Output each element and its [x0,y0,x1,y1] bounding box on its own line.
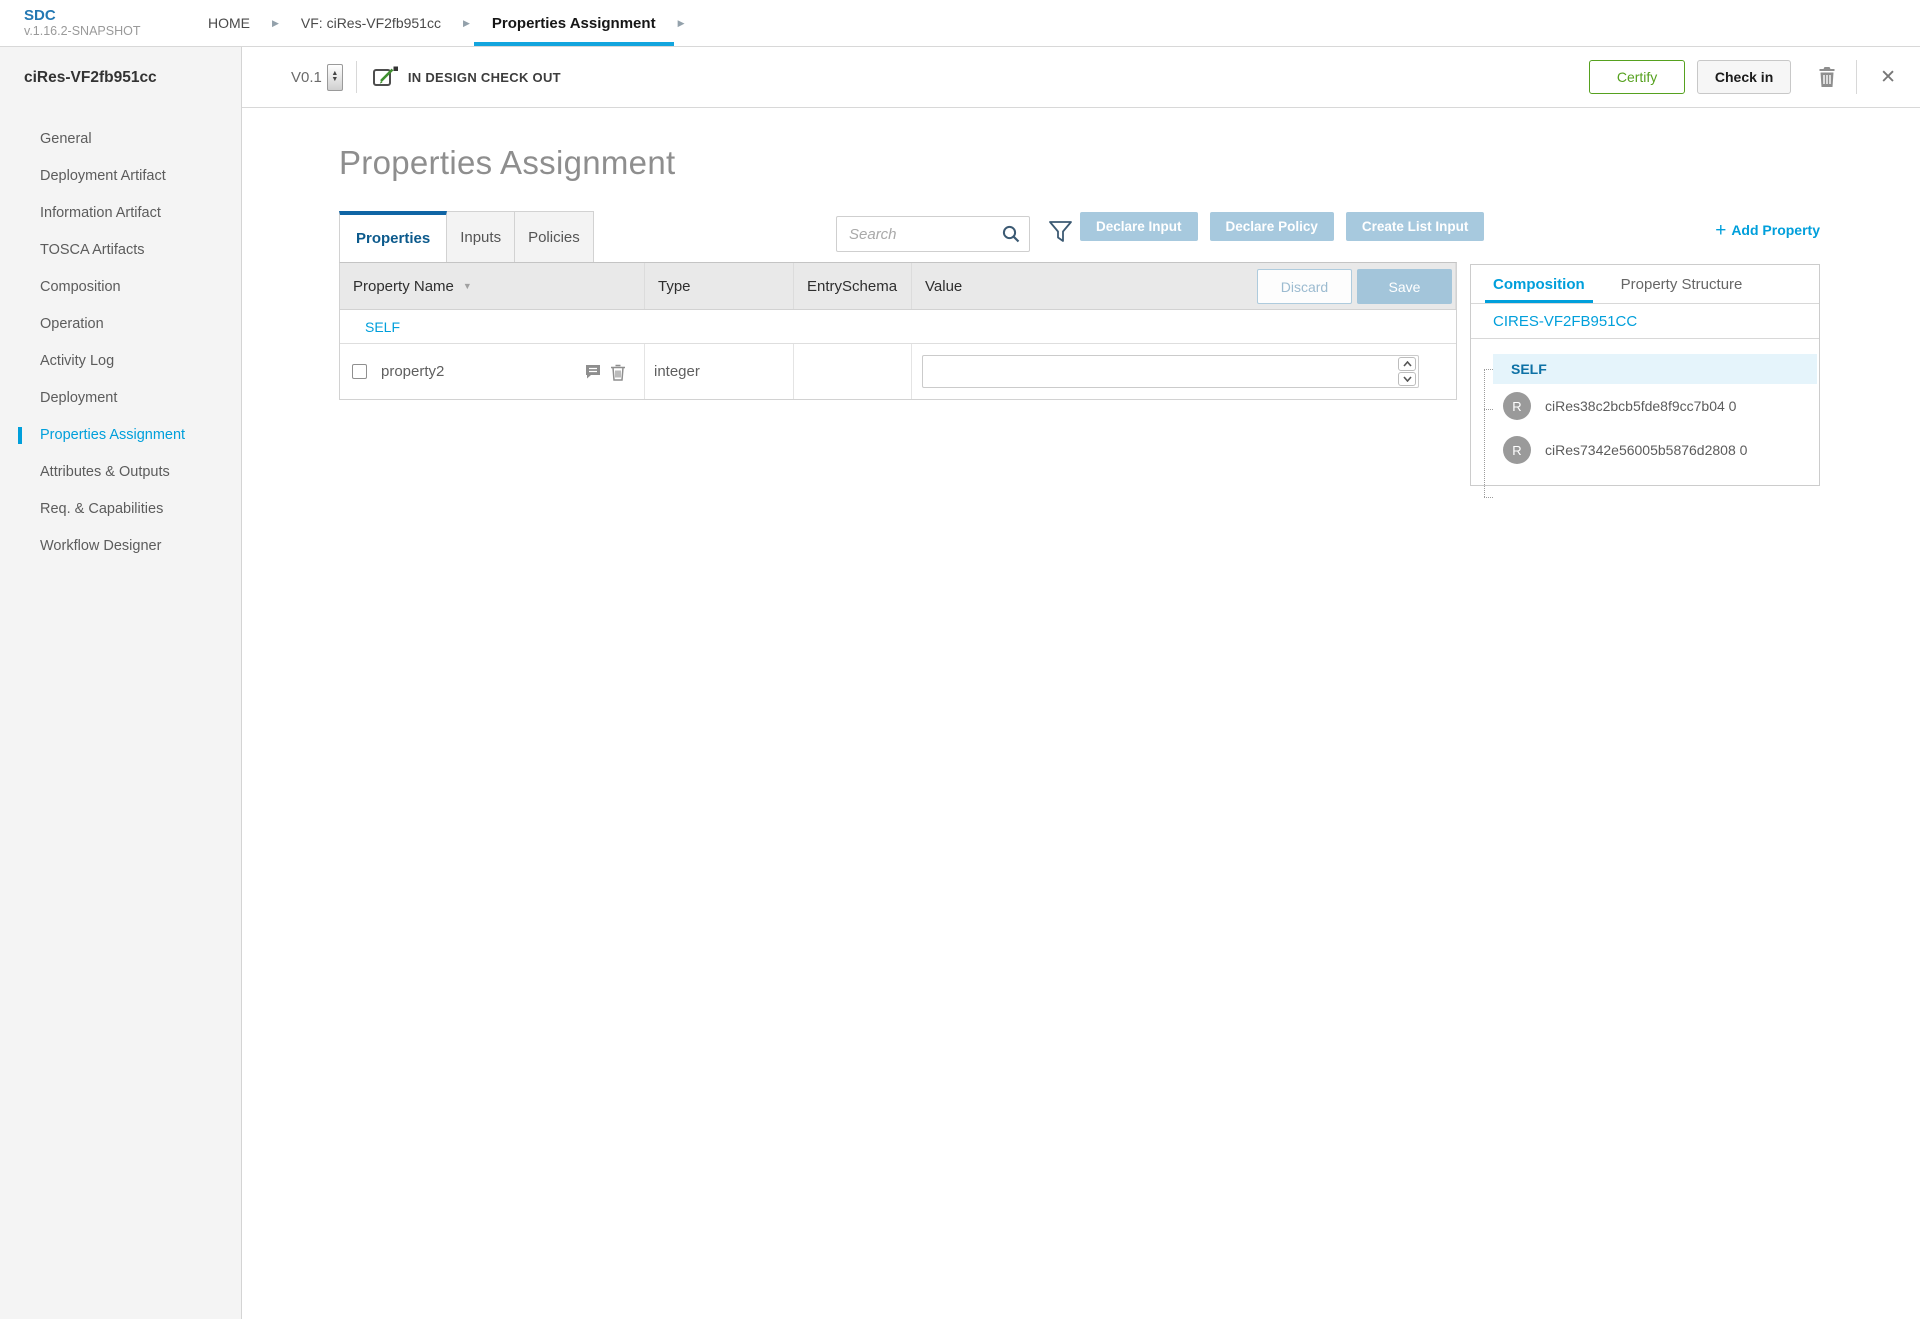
tree-item-resource-2[interactable]: R ciRes7342e56005b5876d2808 0 [1471,428,1819,472]
sidebar-item-attributes-outputs[interactable]: Attributes & Outputs [0,454,241,491]
sidebar-item-req-capabilities[interactable]: Req. & Capabilities [0,491,241,528]
composition-tree: SELF R ciRes38c2bcb5fde8f9cc7b04 0 R ciR… [1471,339,1819,498]
sidebar-item-deployment-artifact[interactable]: Deployment Artifact [0,158,241,195]
chevron-right-icon: ▶ [677,17,685,28]
create-list-input-button[interactable]: Create List Input [1345,212,1485,241]
plus-icon: + [1715,220,1727,241]
resource-avatar: R [1503,436,1531,464]
tab-inputs[interactable]: Inputs [447,211,516,262]
properties-table: Property Name ▼ Type EntrySchema Value D… [339,262,1457,400]
app-version: v.1.16.2-SNAPSHOT [24,23,141,38]
property-value-input[interactable] [922,355,1419,388]
breadcrumb: HOME ▶ VF: ciRes-VF2fb951cc ▶ Properties… [190,0,688,46]
main-content: Properties Assignment Properties Inputs … [242,108,1920,1319]
declare-input-button[interactable]: Declare Input [1080,212,1198,241]
lifecycle-status: IN DESIGN CHECK OUT [407,69,561,85]
sidebar-nav: General Deployment Artifact Information … [0,121,241,565]
breadcrumb-vf[interactable]: VF: ciRes-VF2fb951cc [283,0,459,46]
tab-properties[interactable]: Properties [339,211,448,262]
discard-button[interactable]: Discard [1257,269,1352,304]
sidebar-item-information-artifact[interactable]: Information Artifact [0,195,241,232]
add-property-button[interactable]: + Add Property [1470,220,1820,242]
tree-item-resource-1[interactable]: R ciRes38c2bcb5fde8f9cc7b04 0 [1471,384,1819,428]
tree-item-self[interactable]: SELF [1493,354,1817,384]
left-sidebar: ciRes-VF2fb951cc General Deployment Arti… [0,47,242,1319]
spinner-up-icon[interactable] [1398,357,1416,371]
save-button[interactable]: Save [1357,269,1452,304]
table-header: Property Name ▼ Type EntrySchema Value D… [340,263,1456,310]
tree-connector-line [1484,369,1485,497]
sidebar-item-properties-assignment[interactable]: Properties Assignment [0,417,241,454]
version-stepper[interactable]: ▲ ▼ [326,63,343,91]
close-icon[interactable]: ✕ [1876,64,1900,91]
sort-caret-icon: ▼ [462,281,472,291]
property-value-cell [912,344,1456,399]
property-name-cell: property2 [340,344,645,399]
add-property-label: Add Property [1731,222,1820,238]
app-logo: SDC v.1.16.2-SNAPSHOT [0,0,190,46]
check-in-button[interactable]: Check in [1697,60,1792,94]
column-header-entryschema: EntrySchema [794,263,912,309]
sidebar-item-composition[interactable]: Composition [0,269,241,306]
sidebar-item-tosca-artifacts[interactable]: TOSCA Artifacts [0,232,241,269]
table-group-row: SELF [340,310,1456,344]
chevron-right-icon: ▶ [272,17,279,28]
sidebar-item-general[interactable]: General [0,121,241,158]
component-name-title: ciRes-VF2fb951cc [24,68,157,86]
filter-funnel-icon[interactable] [1048,220,1073,247]
panel-tabs: Composition Property Structure [1471,265,1819,304]
self-group-link[interactable]: SELF [365,319,400,335]
table-row: property2 integer [340,344,1456,399]
column-header-property-name[interactable]: Property Name ▼ [340,263,645,309]
breadcrumb-properties-assignment[interactable]: Properties Assignment [473,0,674,46]
search-input[interactable] [836,216,1030,252]
spinner-down-icon[interactable] [1398,372,1416,386]
stepper-down-icon: ▼ [331,76,339,83]
number-spinner [1398,357,1416,386]
tab-property-structure[interactable]: Property Structure [1621,265,1743,303]
search-icon [1002,225,1020,243]
declare-policy-button[interactable]: Declare Policy [1209,212,1334,241]
check-out-pencil-icon [372,65,399,89]
property-entryschema-cell [794,344,912,399]
row-checkbox[interactable] [352,364,367,379]
resource-avatar: R [1503,392,1531,420]
table-header-buttons: Discard Save [1257,269,1452,304]
sidebar-item-workflow-designer[interactable]: Workflow Designer [0,528,241,565]
search-box [836,216,1030,252]
page-title: Properties Assignment [339,144,676,181]
component-toolbar: V0.1 ▲ ▼ IN DESIGN CHECK OUT Certify Che… [242,47,1920,108]
sidebar-item-deployment[interactable]: Deployment [0,380,241,417]
composition-panel: Composition Property Structure CIRES-VF2… [1470,264,1820,498]
delete-row-trash-icon[interactable] [610,363,626,381]
sidebar-item-operation[interactable]: Operation [0,306,241,343]
property-type-cell: integer [645,344,794,399]
column-header-type: Type [645,263,794,309]
property-name: property2 [381,363,445,380]
tab-policies[interactable]: Policies [515,211,594,262]
delete-trash-icon[interactable] [1817,66,1837,88]
certify-button[interactable]: Certify [1589,60,1686,94]
tab-composition[interactable]: Composition [1485,265,1593,303]
chevron-right-icon: ▶ [462,17,470,28]
toolbar-divider [355,61,357,93]
comment-icon[interactable] [585,364,601,379]
version-label: V0.1 [291,68,322,86]
toolbar-divider [1856,60,1858,94]
breadcrumb-home[interactable]: HOME [190,0,268,46]
declare-actions: Declare Input Declare Policy Create List… [1080,212,1496,241]
top-header-bar: SDC v.1.16.2-SNAPSHOT HOME ▶ VF: ciRes-V… [0,0,1920,47]
app-name: SDC [24,6,56,24]
component-instance-title[interactable]: CIRES-VF2FB951CC [1471,304,1819,339]
properties-tabstrip: Properties Inputs Policies [339,211,594,262]
sidebar-item-activity-log[interactable]: Activity Log [0,343,241,380]
